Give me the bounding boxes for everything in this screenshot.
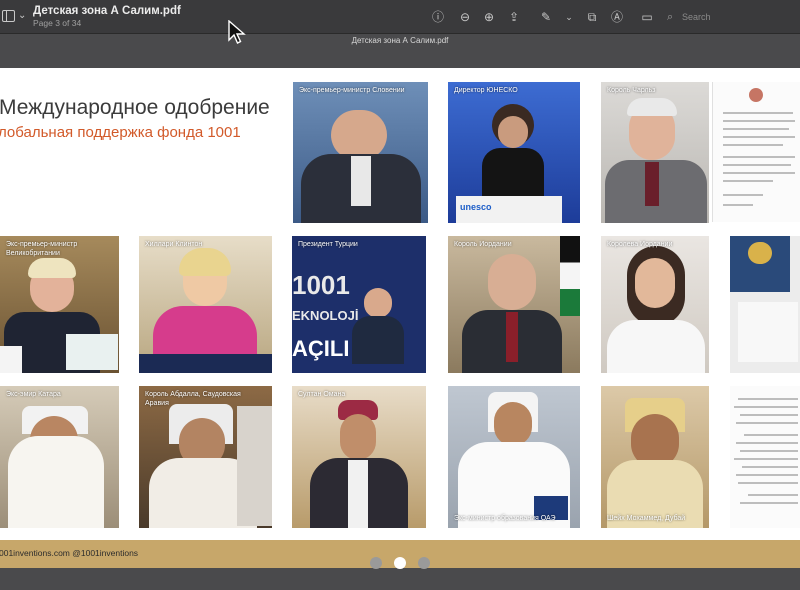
photo-caption: Хиллари Клинтон: [145, 241, 203, 248]
page-heading: Международное одобрение: [0, 96, 270, 119]
page-dot-3[interactable]: [418, 557, 430, 569]
photo-tile: Королева Иордании: [601, 236, 709, 373]
photo-tile: Экс-министр образования ОАЭ: [448, 386, 580, 528]
photo-caption: Директор ЮНЕСКО: [454, 87, 518, 94]
photo-tile: Экс-эмир Катара: [0, 386, 119, 528]
photo-tile: unesco Директор ЮНЕСКО: [448, 82, 580, 223]
photo-tile: Султан Омана: [292, 386, 426, 528]
zoom-in-icon[interactable]: ⊕: [480, 8, 498, 26]
share-icon[interactable]: ⇪: [505, 8, 523, 26]
photo-caption: Король Чарльз: [607, 87, 656, 94]
pdf-page: Международное одобрение лобальная поддер…: [0, 68, 800, 568]
document-title: Детская зона А Салим.pdf: [33, 5, 181, 17]
book-cover-tile: [730, 236, 800, 373]
sidebar-icon: [2, 10, 15, 22]
photo-tile: Король Абдалла, Саудовская Аравия: [139, 386, 272, 528]
search-input[interactable]: ⌕ Search: [664, 8, 794, 26]
mouse-cursor-icon: [228, 20, 246, 44]
page-dot-1[interactable]: [370, 557, 382, 569]
markup-icon[interactable]: ✎: [537, 8, 555, 26]
chevron-down-icon[interactable]: ⌄: [560, 8, 578, 26]
footer-text: 001inventions.com @1001inventions: [0, 548, 139, 558]
crest-icon: [749, 88, 763, 102]
photo-tile: Король Чарльз: [601, 82, 709, 223]
photo-tile: Король Иордании: [448, 236, 580, 373]
photo-caption: Экс-эмир Катара: [6, 391, 61, 398]
page-indicator: Page 3 of 34: [33, 18, 82, 28]
chevron-down-icon: ⌄: [18, 10, 27, 21]
sidebar-toggle-button[interactable]: ⌄: [2, 9, 28, 25]
photo-tile: Хиллари Клинтон: [139, 236, 272, 373]
photo-caption: Король Иордании: [454, 241, 512, 248]
photo-caption: Шейх Мохаммед, Дубай: [607, 515, 686, 522]
photo-caption: Экс-министр образования ОАЭ: [454, 515, 556, 522]
letter-page-thumbnail: [712, 82, 800, 222]
search-icon: ⌕: [667, 11, 674, 23]
photo-tile: 1001 EKNOLOJİ AÇILI Президент Турции: [292, 236, 426, 373]
banner-text: EKNOLOJİ: [292, 308, 359, 323]
unesco-logo-text: unesco: [460, 202, 492, 212]
banner-text: AÇILI: [292, 336, 350, 361]
photo-caption: Экс-премьер-министр Словении: [299, 87, 405, 94]
arabic-letter-tile: [730, 386, 800, 528]
photo-caption: Королева Иордании: [607, 241, 673, 248]
photo-caption: Президент Турции: [298, 241, 358, 248]
photo-caption: Король Абдалла, Саудовская Аравия: [145, 391, 241, 407]
page-subheading: лобальная поддержка фонда 1001: [0, 124, 241, 141]
banner-text: 1001: [292, 270, 350, 300]
photo-caption: Экс-премьер-министр Великобритании: [6, 241, 78, 257]
page-dot-2-active[interactable]: [394, 557, 406, 569]
photo-tile: Шейх Мохаммед, Дубай: [601, 386, 709, 528]
info-icon[interactable]: ⓘ: [429, 8, 447, 26]
rotate-icon[interactable]: ⧉: [583, 8, 601, 26]
zoom-out-icon[interactable]: ⊖: [456, 8, 474, 26]
annotate-icon[interactable]: Ⓐ: [608, 8, 626, 26]
photo-tile: Экс-премьер-министр Словении: [293, 82, 428, 223]
photo-tile: Экс-премьер-министр Великобритании: [0, 236, 119, 373]
edit-icon[interactable]: ▭: [638, 8, 656, 26]
document-title-strip: Детская зона А Салим.pdf: [0, 34, 800, 48]
toolbar: ⌄ Детская зона А Салим.pdf Page 3 of 34 …: [0, 0, 800, 34]
photo-caption: Султан Омана: [298, 391, 346, 398]
